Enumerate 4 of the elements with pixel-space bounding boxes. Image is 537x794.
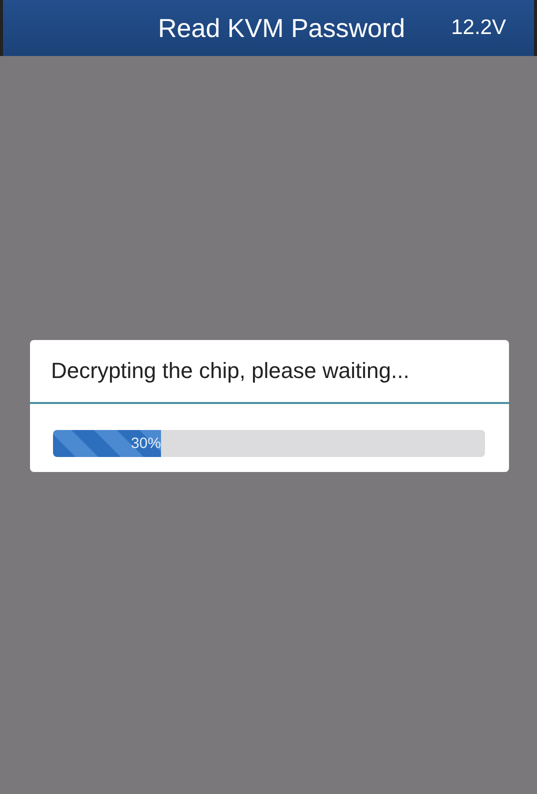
dialog-message: Decrypting the chip, please waiting...: [50, 357, 410, 385]
voltage-reading: 12.2V: [451, 16, 506, 40]
progress-percent: 30%: [130, 435, 161, 452]
screen-title: Read KVM Password: [158, 12, 406, 44]
